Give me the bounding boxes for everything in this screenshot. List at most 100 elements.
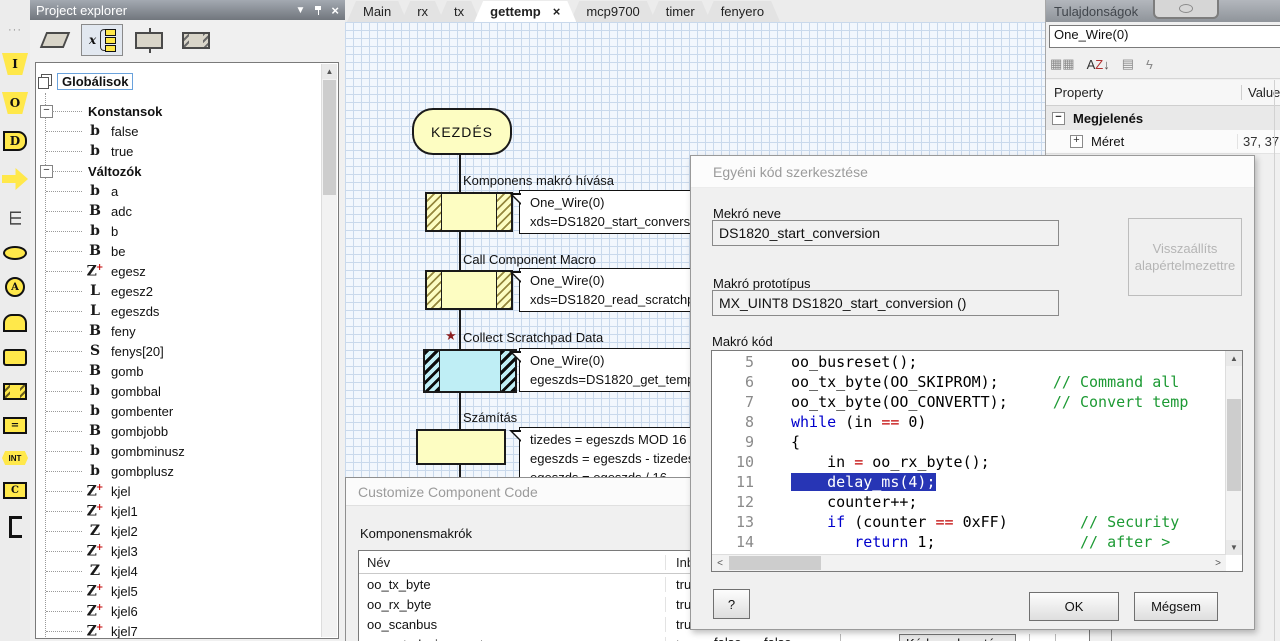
macro-prototype-input[interactable] <box>712 290 1059 316</box>
toolbar-grip[interactable]: ··· <box>0 0 30 36</box>
component-macro-block-3-selected[interactable] <box>423 349 517 393</box>
tree-item-gombbal[interactable]: b gombbal <box>36 381 322 401</box>
tree-item-kjel2[interactable]: Zkjel2 <box>36 521 322 541</box>
tree-item-kjel7[interactable]: Z+ kjel7 <box>36 621 322 638</box>
tree-item-Konstansok[interactable]: − Konstansok <box>36 101 322 121</box>
tree-item-egesz2[interactable]: Legesz2 <box>36 281 322 301</box>
tab-Main[interactable]: Main <box>347 1 407 22</box>
tree-item-false[interactable]: b false <box>36 121 322 141</box>
tree-item-b[interactable]: bb <box>36 221 322 241</box>
tree-item-kjel1[interactable]: Z+ kjel1 <box>36 501 322 521</box>
comment-tool-icon[interactable] <box>8 516 22 538</box>
component-macro-block-2[interactable] <box>425 270 513 310</box>
macro-name-input[interactable] <box>712 220 1059 246</box>
component-macro-block-1[interactable] <box>425 192 513 232</box>
tab-mcp9700[interactable]: mcp9700 <box>570 1 655 22</box>
tree-scrollbar[interactable]: ▲ <box>321 64 337 637</box>
tab-rx[interactable]: rx <box>401 1 444 22</box>
macro-tool-icon[interactable] <box>3 349 27 366</box>
switch-tool-icon[interactable]: Ш <box>2 207 28 229</box>
start-block[interactable]: KEZDÉS <box>412 108 512 155</box>
ok-button[interactable]: OK <box>1029 592 1119 621</box>
floating-toolbar-button[interactable] <box>1153 0 1219 19</box>
scroll-up-icon[interactable]: ▲ <box>1226 351 1242 366</box>
chart-view-button[interactable] <box>34 24 76 56</box>
tab-tx[interactable]: tx <box>438 1 480 22</box>
categorized-view-icon[interactable]: ▦▦ <box>1050 56 1075 72</box>
events-icon[interactable]: ϟ <box>1146 57 1153 72</box>
connection-tool-icon[interactable] <box>3 246 27 260</box>
property-pages-icon[interactable]: ▤ <box>1122 56 1134 72</box>
c-code-tool-icon[interactable]: C <box>3 482 27 499</box>
tab-gettemp[interactable]: gettemp × <box>474 1 576 22</box>
calculation-block[interactable] <box>416 429 506 465</box>
tree-item-Változók[interactable]: − Változók <box>36 161 322 181</box>
reset-to-default-button[interactable]: Visszaállíts alapértelmezettre <box>1128 218 1242 296</box>
tree-item-fenys[20][interactable]: Sfenys[20] <box>36 341 322 361</box>
input-tool-icon[interactable]: I <box>2 53 28 75</box>
cancel-button[interactable]: Mégsem <box>1134 592 1218 621</box>
edit-code-button[interactable]: Kód szerkesztése <box>899 634 1016 641</box>
loop-tool-icon[interactable] <box>3 314 27 332</box>
code-line-5[interactable]: 5 oo_busreset(); <box>712 353 1225 373</box>
component-macro-tool-icon[interactable] <box>3 383 27 400</box>
tree-item-gombenter[interactable]: b gombenter <box>36 401 322 421</box>
tree-item-gombplusz[interactable]: b gombplusz <box>36 461 322 481</box>
code-line-13[interactable]: 13 if (counter == 0xFF) // Security <box>712 513 1225 533</box>
scroll-down-icon[interactable]: ▼ <box>1226 540 1242 555</box>
tree-item-adc[interactable]: Badc <box>36 201 322 221</box>
tree-item-egeszds[interactable]: Legeszds <box>36 301 322 321</box>
tree-item-kjel6[interactable]: Z+ kjel6 <box>36 601 322 621</box>
vertical-scrollbar-thumb[interactable] <box>1227 399 1241 491</box>
sort-az-icon[interactable]: AZ↓ <box>1087 57 1110 72</box>
tree-scrollbar-thumb[interactable] <box>323 80 336 195</box>
tree-item-kjel5[interactable]: Z+ kjel5 <box>36 581 322 601</box>
output-tool-icon[interactable]: O <box>2 92 28 114</box>
property-category-row[interactable]: − Megjelenés <box>1046 106 1280 131</box>
component-macro-view-button[interactable] <box>175 24 217 56</box>
tree-item-kjel3[interactable]: Z+ kjel3 <box>36 541 322 561</box>
decision-tool-icon[interactable] <box>2 168 28 190</box>
scroll-right-icon[interactable]: > <box>1210 558 1226 569</box>
tree-item-gomb[interactable]: Bgomb <box>36 361 322 381</box>
help-button[interactable]: ? <box>713 589 750 619</box>
tree-root-globals[interactable]: Globálisok <box>38 71 134 91</box>
expand-icon[interactable]: + <box>1070 135 1083 148</box>
code-line-10[interactable]: 10 in = oo_rx_byte(); <box>712 453 1225 473</box>
code-line-14[interactable]: 14 return 1; // after > <box>712 533 1225 553</box>
code-line-12[interactable]: 12 counter++; <box>712 493 1225 513</box>
interrupt-tool-icon[interactable]: INT <box>2 451 28 465</box>
tree-item-a[interactable]: ba <box>36 181 322 201</box>
macro-code-editor[interactable]: 5 oo_busreset(); 6 oo_tx_byte(OO_SKIPROM); … <box>711 350 1243 572</box>
code-line-11[interactable]: 11 delay_ms(4); <box>712 473 1225 493</box>
code-horizontal-scrollbar[interactable]: < > <box>712 554 1226 571</box>
scroll-left-icon[interactable]: < <box>712 558 728 569</box>
tree-item-kjel4[interactable]: Zkjel4 <box>36 561 322 581</box>
collapse-icon[interactable]: − <box>1052 111 1065 125</box>
macro-row-oo_get_devicecount[interactable]: oo_get_devicecounttrue false false Kód szer… <box>359 634 1089 641</box>
code-line-9[interactable]: 9{ <box>712 433 1225 453</box>
tree-item-be[interactable]: Bbe <box>36 241 322 261</box>
variables-view-button[interactable]: x <box>81 24 123 56</box>
code-line-8[interactable]: 8 while (in == 0) <box>712 413 1225 433</box>
scroll-up-icon[interactable]: ▲ <box>322 64 337 79</box>
macro-view-button[interactable] <box>128 24 170 56</box>
tree-item-true[interactable]: b true <box>36 141 322 161</box>
tree-item-gombminusz[interactable]: b gombminusz <box>36 441 322 461</box>
code-vertical-scrollbar[interactable]: ▲ ▼ <box>1225 351 1242 555</box>
tab-fenyero[interactable]: fenyero <box>705 1 780 22</box>
tree-item-feny[interactable]: Bfeny <box>36 321 322 341</box>
calculation-tool-icon[interactable]: = <box>3 417 27 434</box>
tree-item-kjel[interactable]: Z+ kjel <box>36 481 322 501</box>
component-selector[interactable]: One_Wire(0) <box>1049 25 1280 48</box>
chevron-down-icon[interactable]: ▼ <box>296 5 306 16</box>
connection-point-tool-icon[interactable]: A <box>5 277 25 297</box>
dialog-titlebar[interactable]: Egyéni kód szerkesztése <box>691 156 1254 188</box>
tree-item-egesz[interactable]: Z+ egesz <box>36 261 322 281</box>
pin-icon[interactable] <box>313 5 323 16</box>
delay-tool-icon[interactable]: D <box>3 131 27 151</box>
code-line-6[interactable]: 6 oo_tx_byte(OO_SKIPROM); // Command all <box>712 373 1225 393</box>
tab-timer[interactable]: timer <box>650 1 711 22</box>
code-line-7[interactable]: 7 oo_tx_byte(OO_CONVERTT); // Convert tem… <box>712 393 1225 413</box>
property-row-meret[interactable]: + Méret 37, 37 <box>1046 130 1280 154</box>
